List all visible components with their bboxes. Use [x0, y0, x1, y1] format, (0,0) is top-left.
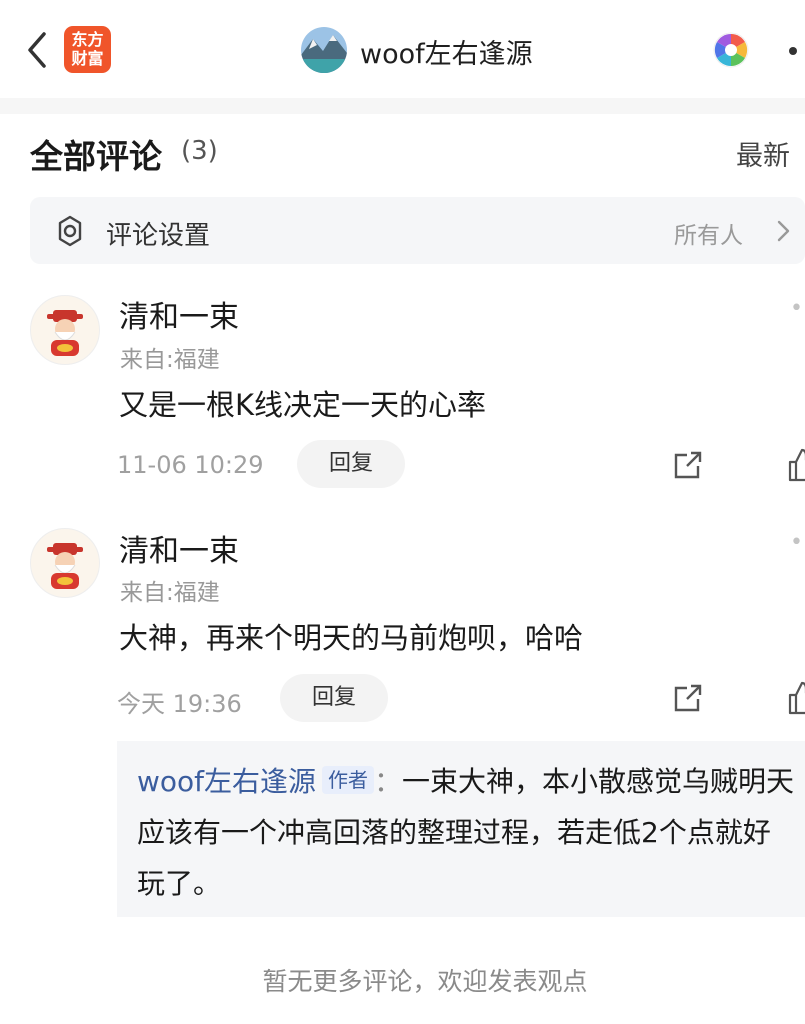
comment-time: 今天 19:36 [117, 690, 242, 718]
reply-author-name[interactable]: woof左右逢源 [137, 765, 316, 798]
divider [0, 98, 805, 114]
thumbs-up-icon[interactable] [788, 448, 805, 482]
author-badge: 作者 [322, 766, 375, 794]
camera-aperture-icon[interactable] [713, 32, 749, 68]
sort-latest-button[interactable]: 最新 [736, 134, 790, 173]
no-more-comments-note: 暂无更多评论，欢迎发表观点 [262, 967, 588, 996]
more-options-icon[interactable] [780, 38, 805, 64]
comment-settings-value: 所有人 [674, 223, 743, 249]
app-logo[interactable]: 东方 财富 [64, 26, 111, 73]
thumbs-up-icon[interactable] [788, 681, 805, 715]
gear-icon [53, 214, 87, 248]
app-logo-line1: 东方 [71, 30, 104, 49]
share-icon[interactable] [672, 682, 704, 714]
comment-text: 又是一根K线决定一天的心率 [119, 388, 487, 422]
reply-button[interactable]: 回复 [280, 674, 388, 722]
commenter-location: 来自:福建 [120, 347, 220, 373]
app-logo-line2: 财富 [71, 49, 104, 68]
author-avatar[interactable] [301, 27, 347, 73]
commenter-avatar[interactable] [30, 295, 100, 365]
comment-more-icon[interactable]: •• [790, 296, 805, 321]
commenter-name[interactable]: 清和一束 [119, 526, 239, 570]
commenter-name[interactable]: 清和一束 [119, 292, 239, 336]
comments-title: 全部评论 [30, 137, 162, 176]
reply-colon: ： [374, 765, 403, 798]
author-reply: woof左右逢源 作者 ：一束大神，本小散感觉乌贼明天应该有一个冲高回落的整理过程，… [137, 756, 797, 909]
commenter-avatar[interactable] [30, 528, 100, 598]
back-arrow-icon[interactable] [24, 30, 54, 70]
reply-button[interactable]: 回复 [297, 440, 405, 488]
author-name-title[interactable]: woof左右逢源 [360, 32, 533, 71]
comment-time: 11-06 10:29 [117, 451, 264, 479]
comment-more-icon[interactable]: •• [790, 530, 805, 555]
comment-text: 大神，再来个明天的马前炮呗，哈哈 [119, 621, 584, 655]
share-icon[interactable] [672, 449, 704, 481]
commenter-location: 来自:福建 [120, 580, 220, 606]
chevron-right-icon [772, 218, 794, 244]
comments-count: (3) [181, 136, 218, 166]
comment-settings-label: 评论设置 [106, 221, 211, 251]
